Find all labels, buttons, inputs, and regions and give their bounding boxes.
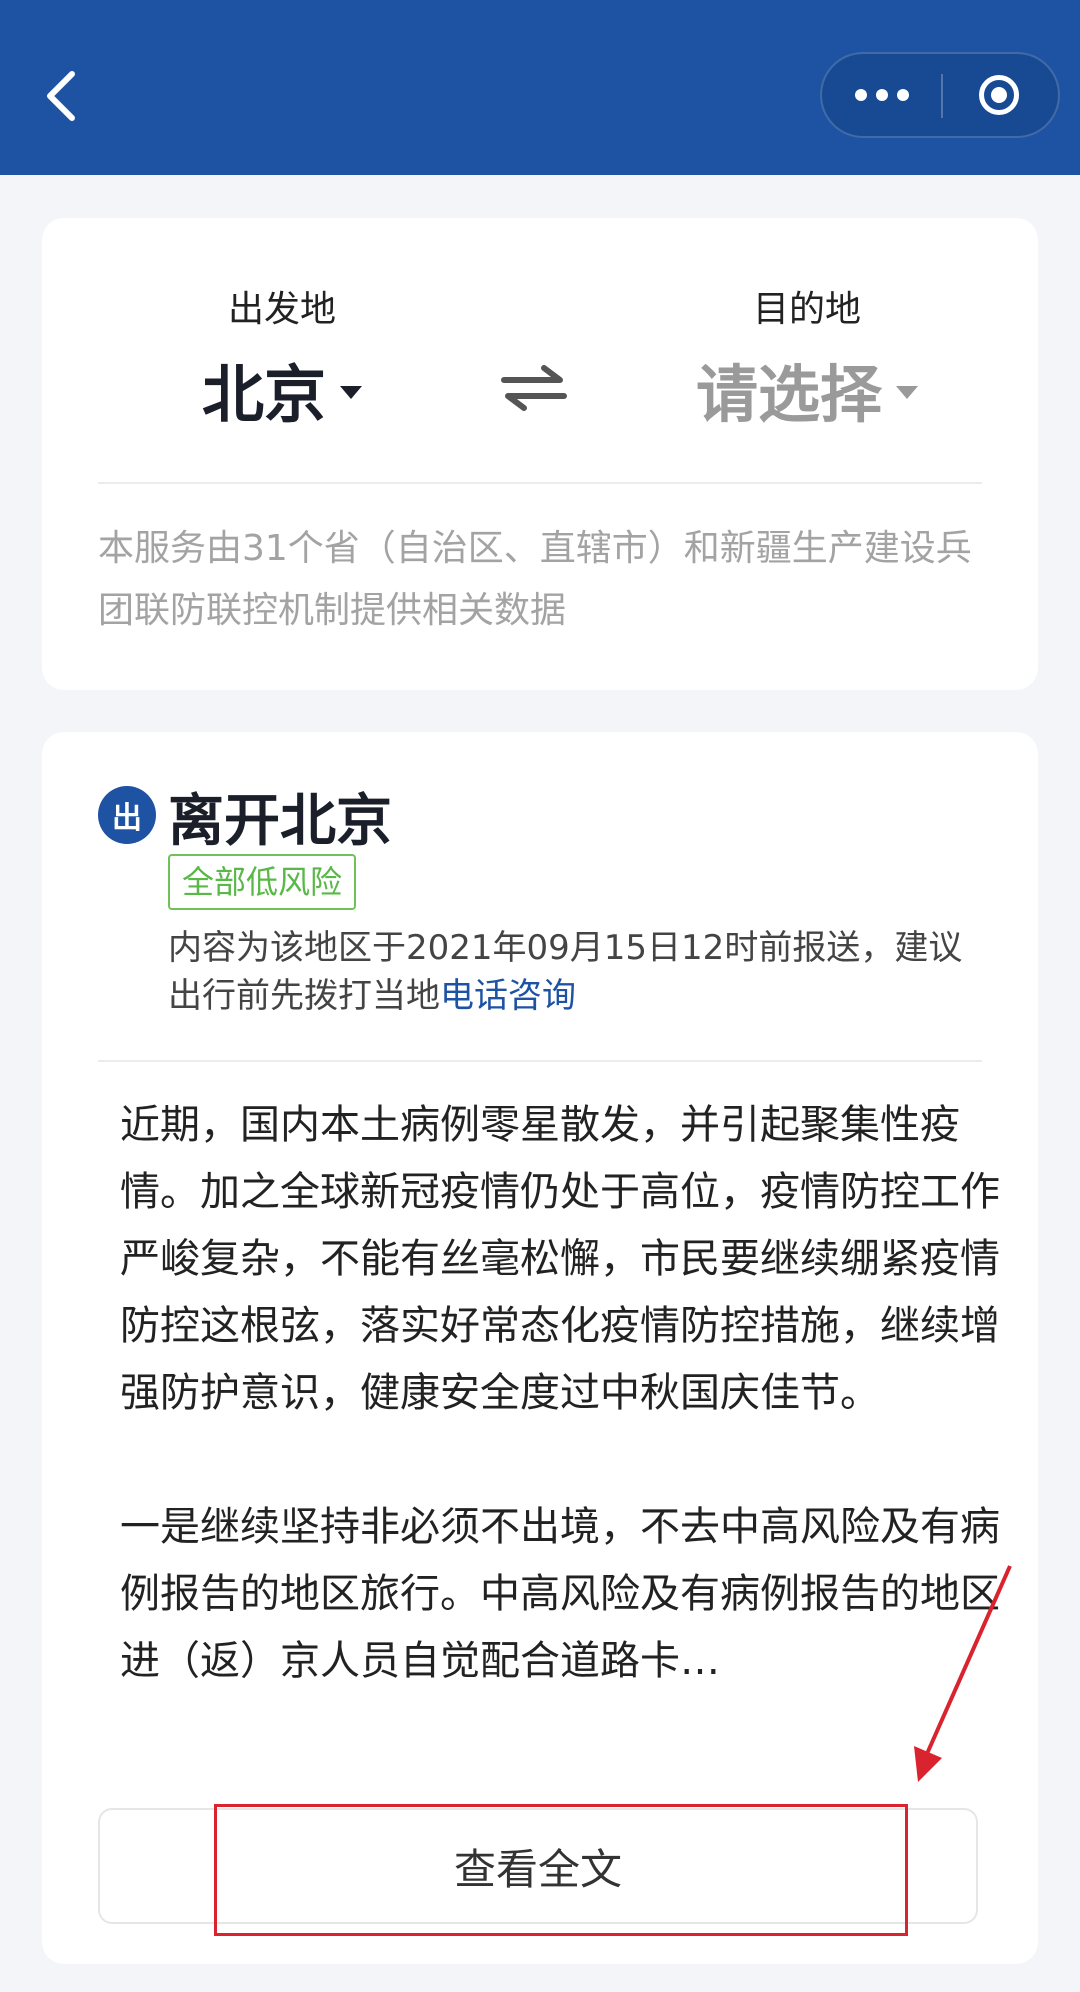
departure-value[interactable]: 北京 [142, 344, 422, 434]
route-selector-card: 出发地 北京 目的地 请选择 本服务由31个省（自治区、直辖市）和新疆生产建设兵… [42, 218, 1038, 690]
policy-paragraph: 一是继续坚持非必须不出境，不去中高风险及有病例报告的地区旅行。中高风险及有病例报… [120, 1504, 1000, 1684]
caret-down-icon [896, 385, 918, 399]
destination-label: 目的地 [752, 289, 861, 330]
destination-value[interactable]: 请选择 [642, 344, 972, 434]
data-source-notice: 本服务由31个省（自治区、直辖市）和新疆生产建设兵团联防联控机制提供相关数据 [98, 528, 972, 631]
divider [98, 482, 982, 484]
report-note: 内容为该地区于2021年09月15日12时前报送，建议出行前先拨打当地电话咨询 [168, 924, 988, 1020]
swap-arrows-icon [501, 365, 567, 411]
destination-placeholder: 请选择 [695, 358, 882, 431]
close-mini-program-button[interactable] [940, 54, 1058, 136]
chevron-left-icon [47, 71, 75, 121]
more-dots-icon [855, 89, 909, 101]
more-button[interactable] [822, 54, 942, 136]
leave-title: 离开北京 [168, 789, 392, 854]
back-button[interactable] [34, 60, 90, 132]
swap-button[interactable] [494, 358, 574, 418]
phone-consult-link[interactable]: 电话咨询 [440, 976, 576, 1016]
view-full-text-button[interactable]: 查看全文 [98, 1808, 978, 1924]
policy-paragraph: 近期，国内本土病例零星散发，并引起聚集性疫情。加之全球新冠疫情仍处于高位，疫情防… [120, 1102, 1000, 1416]
departure-label: 出发地 [227, 289, 336, 330]
departure-selector[interactable]: 出发地 北京 [142, 280, 422, 434]
target-ring-icon [979, 75, 1019, 115]
risk-level-badge: 全部低风险 [168, 854, 357, 910]
destination-selector[interactable]: 目的地 请选择 [642, 280, 972, 434]
departure-city: 北京 [201, 358, 326, 431]
departure-badge-icon: 出 [98, 786, 156, 844]
mini-program-capsule [820, 52, 1060, 138]
divider [98, 1060, 982, 1062]
leave-policy-card: 出 离开北京 全部低风险 内容为该地区于2021年09月15日12时前报送，建议… [42, 732, 1038, 1964]
caret-down-icon [340, 385, 362, 399]
top-navigation-bar [0, 0, 1080, 175]
policy-content: 近期，国内本土病例零星散发，并引起聚集性疫情。加之全球新冠疫情仍处于高位，疫情防… [120, 1092, 1010, 1695]
